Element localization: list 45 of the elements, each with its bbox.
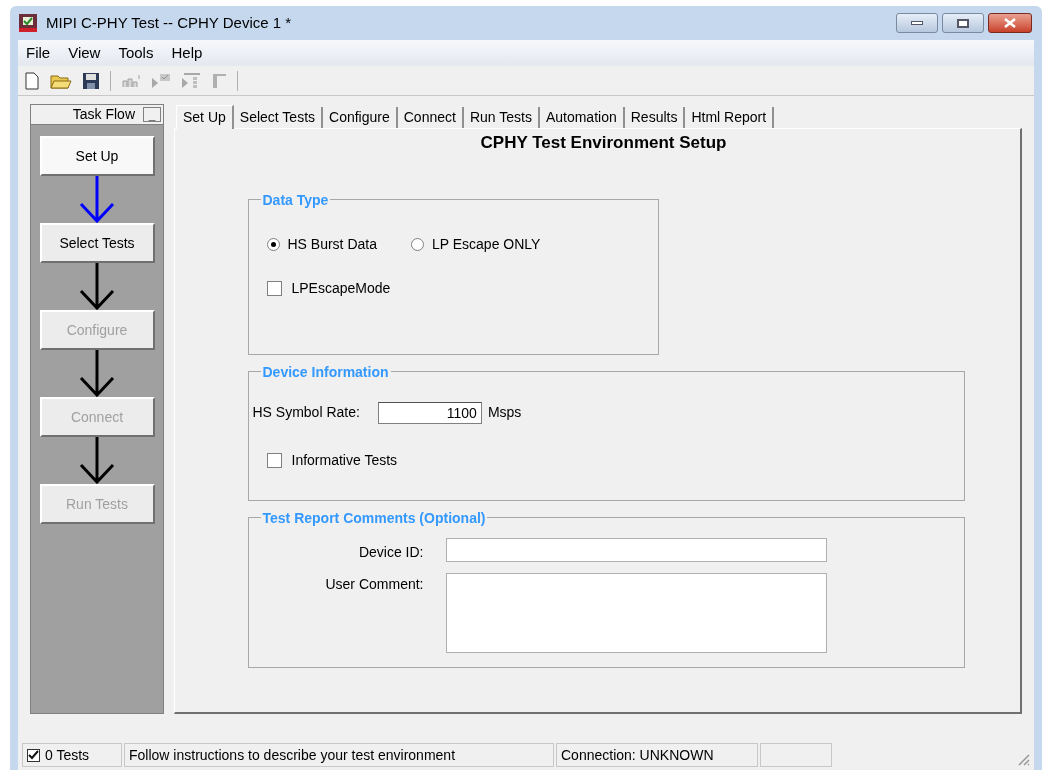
device-id-field[interactable]: [445, 537, 827, 562]
field-label: Device ID:: [358, 542, 424, 562]
save-icon[interactable]: [82, 71, 100, 90]
radio-label: LP Escape ONLY: [432, 234, 541, 254]
radio-button[interactable]: [411, 237, 424, 251]
task-step-button[interactable]: Set Up: [39, 136, 155, 176]
checkbox[interactable]: [27, 748, 40, 762]
radio-label: HS Burst Data: [287, 234, 377, 254]
task-step-button[interactable]: Select Tests: [39, 223, 155, 263]
run-list-icon[interactable]: [181, 71, 201, 90]
field-label: HS Symbol Rate:: [252, 403, 360, 422]
app-icon: [18, 13, 38, 33]
menu-item[interactable]: File: [26, 41, 51, 65]
minimize-button[interactable]: [896, 13, 938, 33]
menu-item[interactable]: Tools: [118, 41, 154, 65]
field-label: User Comment:: [325, 574, 424, 594]
window-title: MIPI C-PHY Test -- CPHY Device 1 *: [46, 12, 292, 33]
test-count: 0 Tests: [45, 745, 90, 765]
symbol-rate-field[interactable]: 1100: [377, 401, 482, 424]
checkbox-label: Informative Tests: [291, 450, 398, 470]
menu-item[interactable]: Help: [171, 41, 203, 65]
down-arrow-icon: [77, 176, 117, 223]
run-check-icon[interactable]: [151, 72, 171, 89]
down-arrow-icon: [77, 350, 117, 397]
down-arrow-icon: [77, 437, 117, 484]
close-button[interactable]: [988, 13, 1032, 33]
checkbox[interactable]: [266, 280, 282, 296]
radio-button[interactable]: [266, 237, 280, 251]
section-heading: CPHY Test Environment Setup: [480, 132, 727, 154]
checkbox[interactable]: [266, 452, 282, 468]
close-icon: [1004, 18, 1016, 28]
menu-item[interactable]: View: [68, 41, 101, 65]
checkbox-label: LPEscapeMode: [291, 278, 391, 298]
status-message: Follow instructions to describe your test environment: [124, 743, 554, 767]
tab[interactable]: Set Up: [176, 105, 234, 129]
new-file-icon[interactable]: [24, 71, 40, 90]
status-panel: [760, 743, 832, 767]
maximize-button[interactable]: [942, 13, 984, 33]
panel-title: Task Flow: [72, 105, 135, 124]
user-comment-field[interactable]: [445, 572, 827, 653]
resize-grip-icon: [1016, 752, 1030, 766]
down-arrow-icon: [77, 263, 117, 310]
collapse-button[interactable]: _: [143, 107, 161, 122]
connection-status: Connection: UNKNOWN: [556, 743, 758, 767]
unit-label: Msps: [487, 403, 522, 422]
